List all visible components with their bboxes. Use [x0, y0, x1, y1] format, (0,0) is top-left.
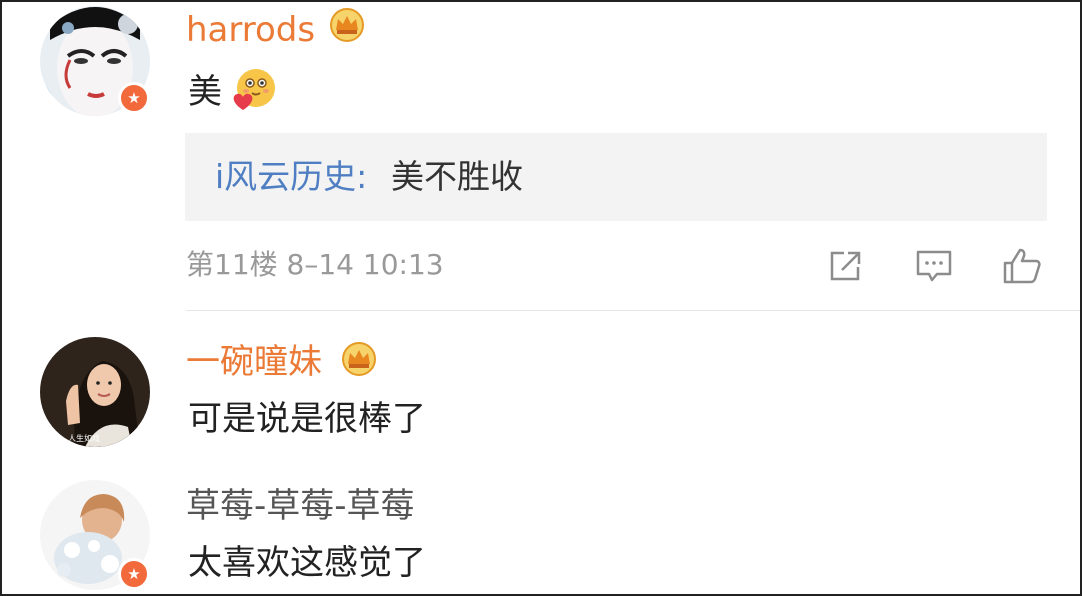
- comment-date: 8–14: [286, 248, 354, 281]
- comment-icon[interactable]: [914, 246, 954, 286]
- star-verified-icon: ★: [118, 558, 150, 590]
- avatar-caption: 人生如戏: [68, 433, 100, 443]
- crown-icon: [342, 342, 376, 376]
- avatar-image: 人生如戏: [40, 337, 150, 447]
- username[interactable]: 草莓-草莓-草莓: [186, 486, 415, 526]
- reply-text: 美不胜收: [391, 157, 523, 196]
- star-verified-icon: ★: [118, 82, 150, 114]
- floor-number: 第11楼: [186, 248, 278, 281]
- comment-text: 太喜欢这感觉了: [188, 543, 426, 583]
- heart-emoji-icon: [233, 69, 275, 110]
- comment-list: ★ harrods 美 i风云历史: 美不胜收 第11楼 8–14 10:13: [0, 0, 1082, 596]
- comment-meta: 第11楼 8–14 10:13: [186, 247, 444, 283]
- share-icon[interactable]: [826, 246, 866, 286]
- comment-time: 10:13: [362, 248, 444, 281]
- crown-icon: [330, 8, 364, 42]
- divider: [186, 310, 1080, 311]
- reply-preview[interactable]: i风云历史: 美不胜收: [185, 133, 1047, 221]
- comment-text: 美: [188, 72, 222, 112]
- comment-text: 可是说是很棒了: [188, 399, 426, 439]
- thumbs-up-icon[interactable]: [1002, 246, 1042, 286]
- username[interactable]: 一碗曈妹: [186, 342, 322, 382]
- avatar[interactable]: 人生如戏: [40, 337, 150, 447]
- username[interactable]: harrods: [186, 10, 315, 50]
- reply-author[interactable]: i风云历史:: [215, 157, 367, 197]
